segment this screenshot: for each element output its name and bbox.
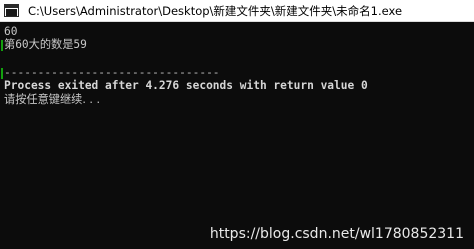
console-app-icon <box>4 4 19 17</box>
press-any-key-prompt: 请按任意键继续. . . <box>4 93 101 106</box>
separator-line: -------------------------------- <box>4 66 220 79</box>
title-bar[interactable]: C:\Users\Administrator\Desktop\新建文件夹\新建文… <box>0 0 474 22</box>
console-window: C:\Users\Administrator\Desktop\新建文件夹\新建文… <box>0 0 474 249</box>
line-marker <box>1 40 3 51</box>
console-output[interactable]: 60 第60大的数是59 ---------------------------… <box>0 22 474 249</box>
window-title: C:\Users\Administrator\Desktop\新建文件夹\新建文… <box>28 4 403 18</box>
line-marker <box>1 68 3 79</box>
output-line: 第60大的数是59 <box>4 38 87 51</box>
output-line: 60 <box>4 25 18 38</box>
blog-watermark: https://blog.csdn.net/wl1780852311 <box>209 226 464 242</box>
process-exit-message: Process exited after 4.276 seconds with … <box>4 79 368 92</box>
